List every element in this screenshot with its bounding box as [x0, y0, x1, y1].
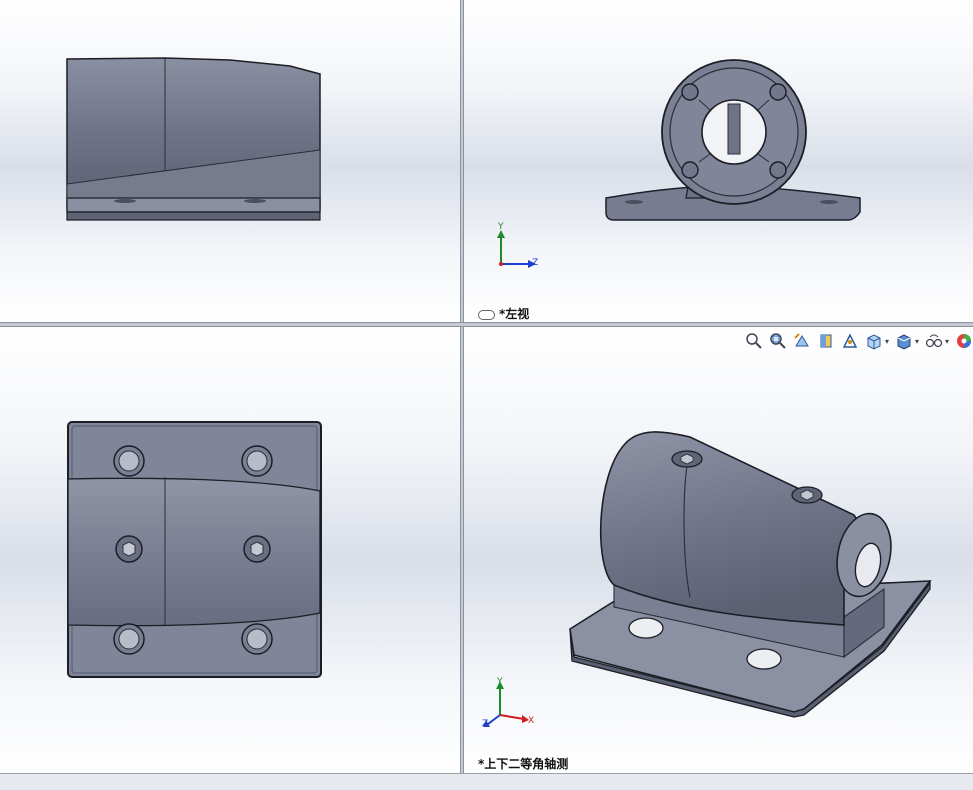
viewport-front[interactable] — [0, 0, 460, 322]
viewport-top[interactable] — [0, 327, 460, 773]
link-view-icon[interactable] — [478, 309, 495, 320]
status-bar — [0, 773, 973, 790]
coordinate-triad-iso — [483, 681, 529, 727]
front-view-model — [66, 57, 321, 221]
top-view-model — [67, 421, 322, 678]
viewport-isometric[interactable]: ▾ ▾ ▾ Y X Z *上下二等角轴测 — [464, 327, 973, 773]
viewport-splitter-vertical[interactable] — [460, 0, 464, 773]
viewport-left[interactable]: Y Z *左视 — [464, 0, 973, 322]
triad-iso-y-label: Y — [497, 677, 503, 687]
view-label-left: *左视 — [478, 305, 529, 322]
iso-view-model — [569, 431, 932, 718]
view-name-left: *左视 — [499, 307, 530, 321]
triad-z-label: Z — [532, 258, 539, 268]
view-name-iso: *上下二等角轴测 — [478, 757, 569, 771]
triad-iso-z-label: Z — [482, 719, 489, 729]
triad-y-label: Y — [498, 222, 504, 232]
triad-iso-x-label: X — [528, 716, 535, 726]
viewport-splitter-horizontal[interactable] — [0, 322, 973, 327]
